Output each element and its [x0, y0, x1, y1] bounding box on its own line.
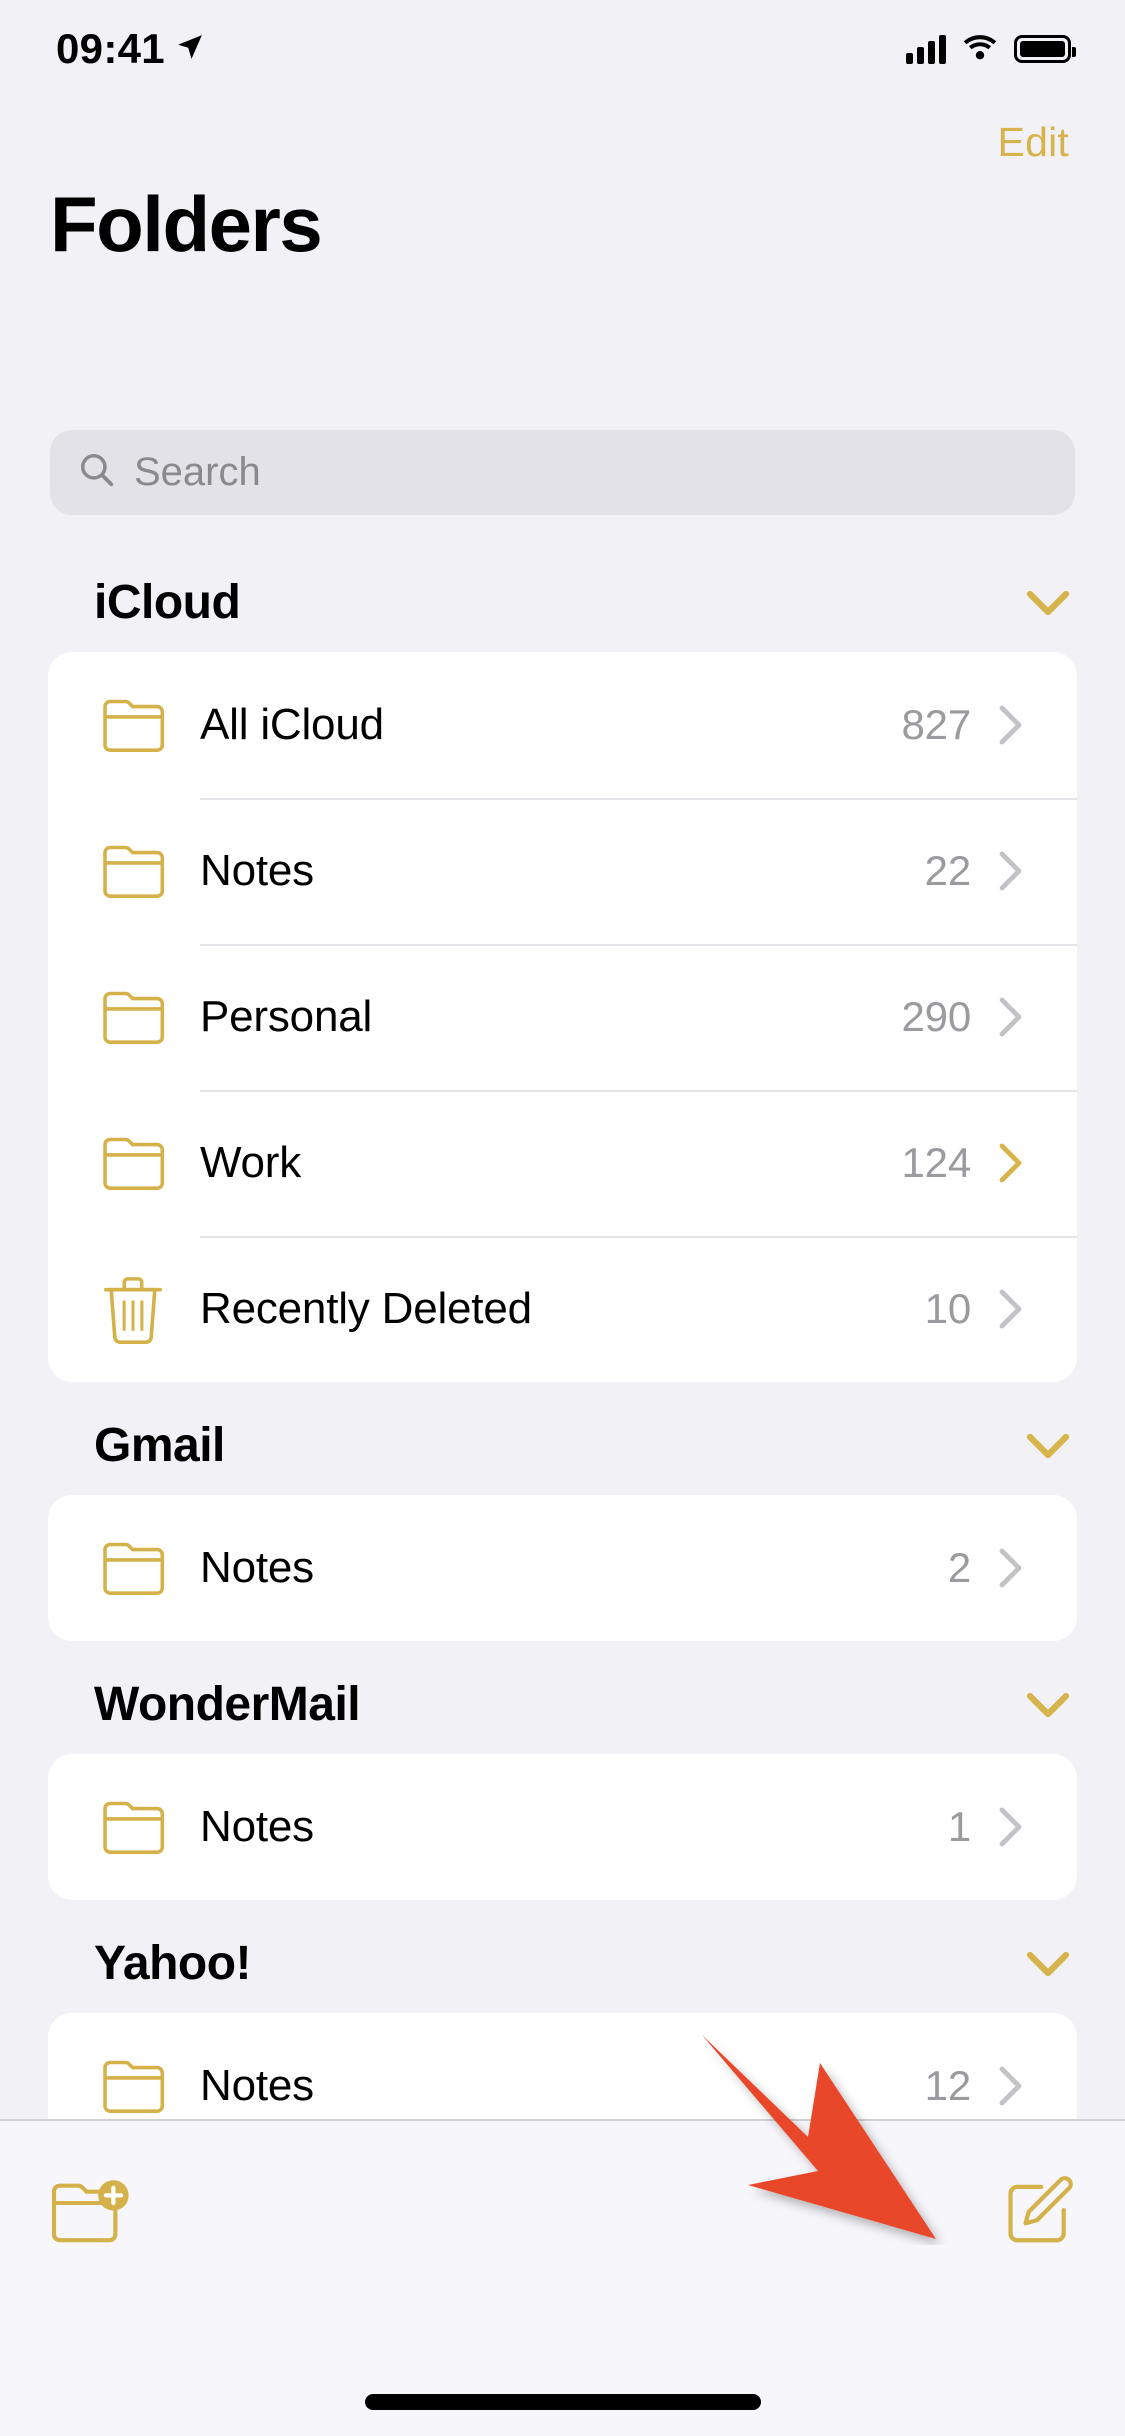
chevron-down-icon[interactable]: [1025, 1431, 1071, 1461]
notes-folders-screen: 09:41 Edit Folders Search iCloud All iCl…: [0, 0, 1125, 2436]
section-header-gmail[interactable]: Gmail: [0, 1388, 1125, 1495]
cellular-signal-icon: [906, 34, 946, 64]
folder-row-label: Notes: [200, 1802, 314, 1851]
edit-button[interactable]: Edit: [998, 119, 1069, 166]
section-header-icloud[interactable]: iCloud: [0, 545, 1125, 652]
new-folder-icon: [48, 2173, 134, 2250]
folder-card: Notes 1: [48, 1754, 1077, 1900]
folder-row-label: Notes: [200, 1543, 314, 1592]
folder-icon: [100, 2055, 178, 2117]
folder-row-count: 827: [901, 701, 972, 748]
chevron-down-icon[interactable]: [1025, 1949, 1071, 1979]
folders-list[interactable]: iCloud All iCloud 827 Notes 22 Personal 290 Wor…: [0, 545, 1125, 2119]
folder-row[interactable]: Notes 2: [48, 1495, 1077, 1641]
chevron-down-icon[interactable]: [1025, 1690, 1071, 1720]
folder-row-count: 12: [924, 2062, 972, 2109]
compose-note-icon: [1001, 2173, 1077, 2252]
battery-full-icon: [1014, 35, 1076, 63]
home-indicator: [364, 2394, 761, 2410]
folder-card: Notes 12: [48, 2013, 1077, 2119]
folder-row[interactable]: Notes 12: [48, 2013, 1077, 2119]
section-title: iCloud: [94, 576, 241, 629]
folder-row[interactable]: Notes 22: [48, 798, 1077, 944]
trash-icon: [100, 1273, 178, 1345]
section-header-wondermail[interactable]: WonderMail: [0, 1647, 1125, 1754]
new-folder-button[interactable]: [48, 2173, 134, 2250]
folder-row-label: All iCloud: [200, 700, 384, 749]
chevron-down-icon[interactable]: [1025, 588, 1071, 618]
folder-icon: [100, 840, 178, 902]
folder-icon: [100, 986, 178, 1048]
folder-section: WonderMail Notes 1: [0, 1647, 1125, 1900]
search-icon: [78, 451, 116, 494]
folder-card: Notes 2: [48, 1495, 1077, 1641]
status-bar-left: 09:41: [56, 28, 205, 70]
location-arrow-icon: [175, 32, 205, 67]
page-title: Folders: [50, 180, 323, 268]
folder-row-label: Personal: [200, 992, 373, 1041]
chevron-right-icon[interactable]: [997, 1288, 1025, 1330]
wifi-icon: [962, 33, 998, 66]
status-time: 09:41: [56, 25, 165, 72]
folder-row-count: 2: [947, 1544, 971, 1591]
folder-row-count: 10: [924, 1285, 972, 1332]
folder-row-label: Recently Deleted: [200, 1284, 532, 1333]
chevron-right-icon[interactable]: [997, 704, 1025, 746]
folder-icon: [100, 1796, 178, 1858]
folder-row[interactable]: Personal 290: [48, 944, 1077, 1090]
folder-row-count: 290: [901, 993, 972, 1040]
folder-row[interactable]: Notes 1: [48, 1754, 1077, 1900]
chevron-right-icon[interactable]: [997, 1806, 1025, 1848]
section-header-yahoo[interactable]: Yahoo!: [0, 1906, 1125, 2013]
folder-row[interactable]: Recently Deleted 10: [48, 1236, 1077, 1382]
folder-row[interactable]: All iCloud 827: [48, 652, 1077, 798]
search-input[interactable]: [134, 450, 1047, 495]
chevron-right-icon[interactable]: [997, 996, 1025, 1038]
search-bar[interactable]: [50, 430, 1075, 515]
chevron-right-icon[interactable]: [997, 1142, 1025, 1184]
folder-card: All iCloud 827 Notes 22 Personal 290 Work 124 Re…: [48, 652, 1077, 1382]
section-title: WonderMail: [94, 1678, 361, 1731]
folder-row-count: 22: [924, 847, 972, 894]
folder-section: iCloud All iCloud 827 Notes 22 Personal 290 Wor…: [0, 545, 1125, 1382]
navigation-bar: Edit: [0, 98, 1125, 186]
folder-icon: [100, 1132, 178, 1194]
folder-row-label: Work: [200, 1138, 302, 1187]
chevron-right-icon[interactable]: [997, 850, 1025, 892]
folder-icon: [100, 1537, 178, 1599]
status-bar: 09:41: [0, 0, 1125, 98]
folder-row-label: Notes: [200, 2061, 314, 2110]
chevron-right-icon[interactable]: [997, 2065, 1025, 2107]
status-bar-right: [906, 33, 1076, 66]
folder-section: Yahoo! Notes 12: [0, 1906, 1125, 2119]
section-title: Yahoo!: [94, 1937, 252, 1990]
folder-icon: [100, 694, 178, 756]
folder-row[interactable]: Work 124: [48, 1090, 1077, 1236]
bottom-toolbar: [0, 2119, 1125, 2436]
folder-row-label: Notes: [200, 846, 314, 895]
folder-row-count: 1: [947, 1803, 971, 1850]
section-title: Gmail: [94, 1419, 225, 1472]
folder-section: Gmail Notes 2: [0, 1388, 1125, 1641]
compose-note-button[interactable]: [1001, 2173, 1077, 2252]
chevron-right-icon[interactable]: [997, 1547, 1025, 1589]
folder-row-count: 124: [901, 1139, 972, 1186]
